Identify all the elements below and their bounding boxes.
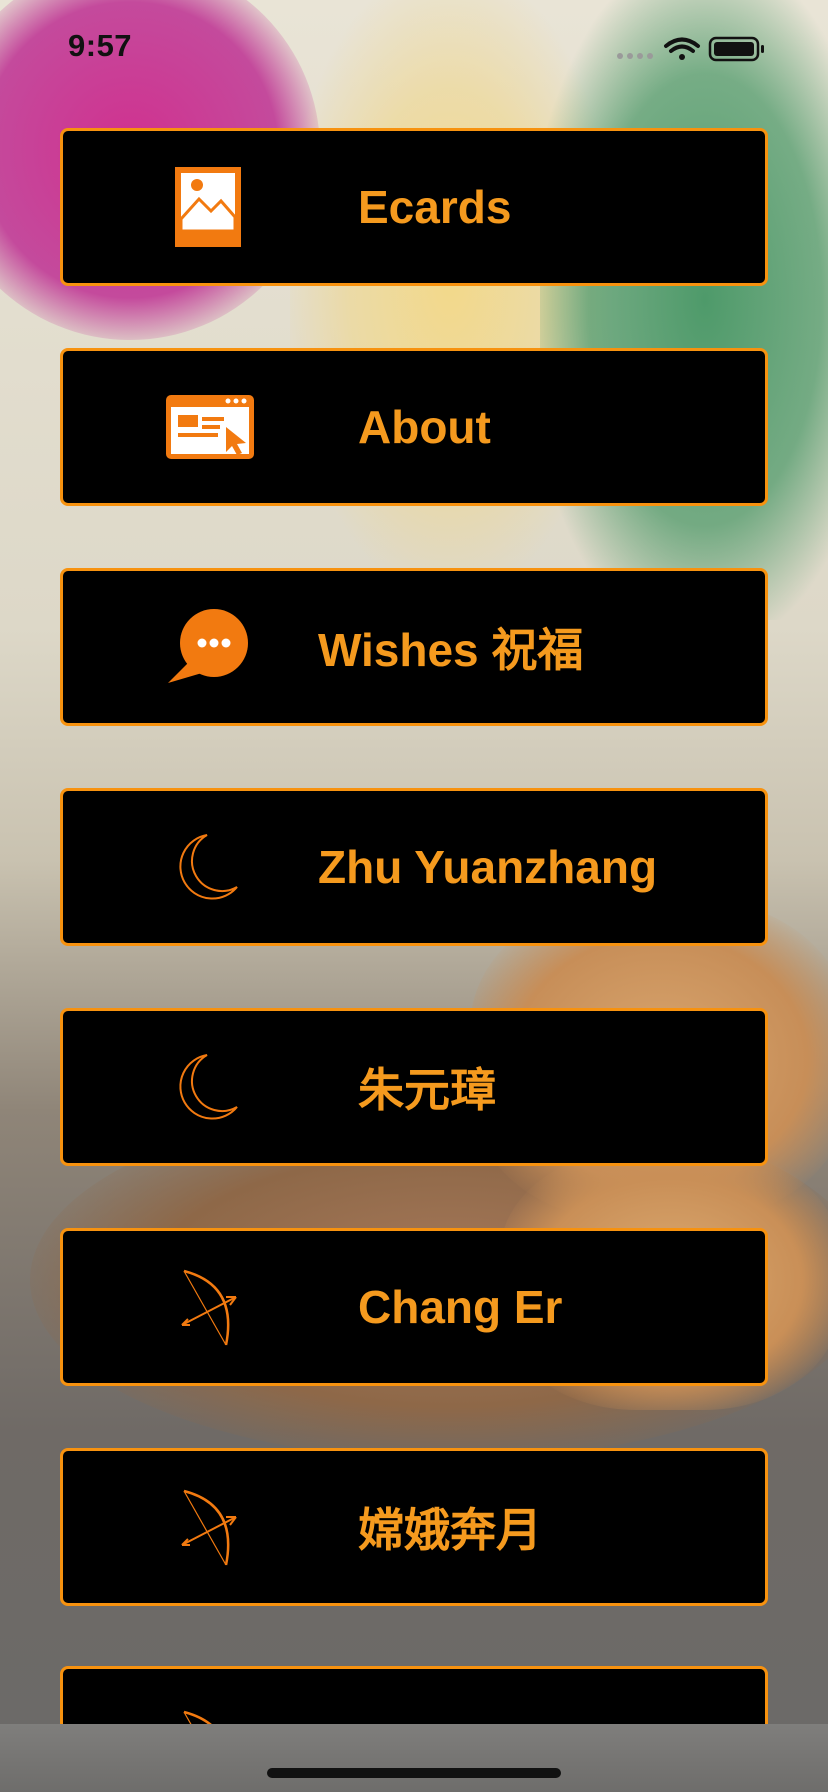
status-time: 9:57 bbox=[68, 28, 133, 63]
zhu-yuanzhang-label: Zhu Yuanzhang bbox=[318, 841, 658, 893]
chang-er-button[interactable]: Chang Er bbox=[60, 1228, 768, 1386]
crescent-moon-icon bbox=[163, 822, 253, 912]
bottom-safe-area bbox=[0, 1724, 828, 1792]
ecards-button[interactable]: Ecards bbox=[60, 128, 768, 286]
speech-bubble-icon bbox=[163, 602, 253, 692]
battery-icon bbox=[708, 36, 764, 62]
chang-er-chinese-button[interactable]: 嫦娥奔月 bbox=[60, 1448, 768, 1606]
status-bar: 9:57 bbox=[0, 0, 828, 100]
zhu-yuanzhang-chinese-button[interactable]: 朱元璋 bbox=[60, 1008, 768, 1166]
crescent-moon-icon bbox=[163, 1042, 253, 1132]
zhu-yuanzhang-button[interactable]: Zhu Yuanzhang bbox=[60, 788, 768, 946]
status-icons bbox=[614, 34, 774, 64]
zhu-yuanzhang-chinese-label: 朱元璋 bbox=[358, 1064, 496, 1116]
ecards-label: Ecards bbox=[358, 181, 512, 233]
bow-arrow-icon bbox=[163, 1482, 253, 1572]
bow-arrow-icon bbox=[163, 1262, 253, 1352]
chang-er-chinese-label: 嫦娥奔月 bbox=[358, 1504, 542, 1556]
home-indicator[interactable] bbox=[267, 1768, 561, 1778]
signal-dots-icon bbox=[617, 53, 653, 59]
menu-list: Ecards About Wishes 祝福 Zhu Yuanzhang 朱元璋… bbox=[60, 128, 768, 1668]
wishes-button[interactable]: Wishes 祝福 bbox=[60, 568, 768, 726]
about-button[interactable]: About bbox=[60, 348, 768, 506]
browser-window-icon bbox=[165, 382, 255, 472]
chang-er-label: Chang Er bbox=[358, 1281, 563, 1333]
wifi-icon bbox=[664, 37, 700, 60]
menu-list-overflow bbox=[60, 1666, 768, 1726]
picture-icon bbox=[163, 162, 253, 252]
wishes-label: Wishes 祝福 bbox=[318, 624, 584, 676]
about-label: About bbox=[358, 401, 491, 453]
bow-arrow-icon bbox=[163, 1703, 253, 1726]
partial-menu-button[interactable] bbox=[60, 1666, 768, 1726]
